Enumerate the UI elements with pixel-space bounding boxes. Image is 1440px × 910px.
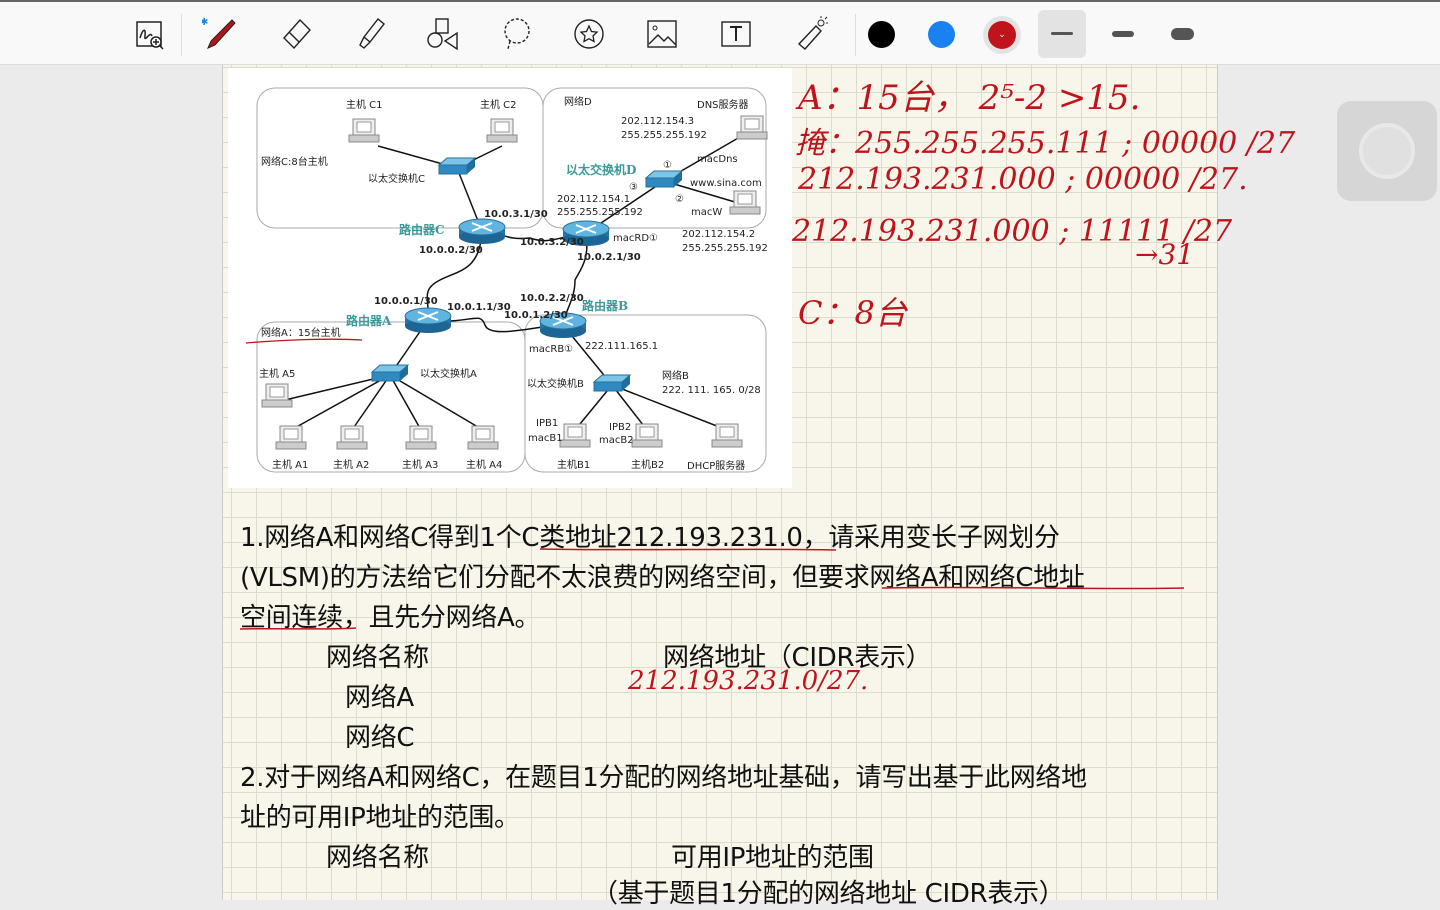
question-2-line: 址的可用IP地址的范围。 xyxy=(240,803,520,833)
row-network-c: 网络C xyxy=(345,723,415,753)
table-header-network-name: 网络名称 xyxy=(326,643,429,673)
table-header-network-address: 网络地址（CIDR表示） xyxy=(663,643,932,673)
floating-record-button[interactable] xyxy=(1337,101,1437,201)
table-header-ip-range-note: （基于题目1分配的网络地址 CIDR表示） xyxy=(592,879,1065,909)
question-2-line: 2.对于网络A和网络C，在题目1分配的网络地址基础，请写出基于此网络地 xyxy=(240,763,1087,793)
row-network-a: 网络A xyxy=(345,683,414,713)
circle-icon xyxy=(1359,123,1415,179)
table-header-network-name-2: 网络名称 xyxy=(326,843,429,873)
table-header-ip-range: 可用IP地址的范围 xyxy=(671,843,874,873)
